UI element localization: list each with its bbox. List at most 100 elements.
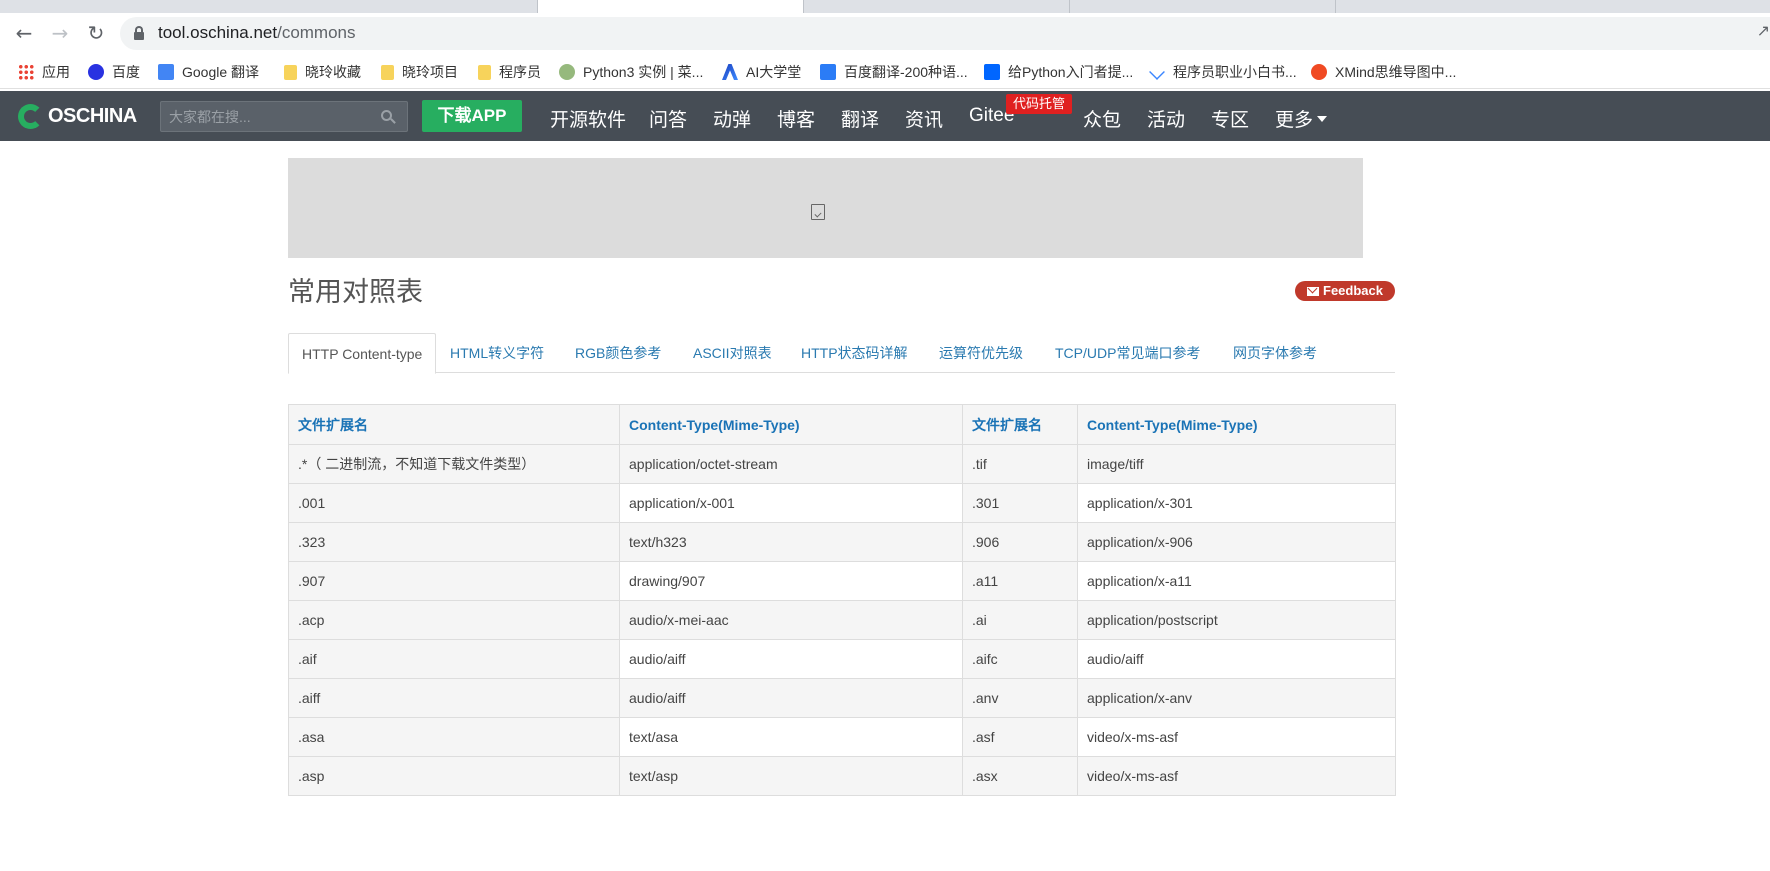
xmind-icon [1311, 64, 1327, 80]
url-text[interactable]: tool.oschina.net/commons [158, 23, 356, 43]
file-extension-cell: .907 [288, 561, 620, 601]
layers-icon [1149, 64, 1165, 80]
mime-type-cell: text/asa [619, 717, 963, 757]
browser-tab-strip [0, 0, 1770, 13]
bookmark-xmind[interactable]: XMind思维导图中... [1311, 62, 1456, 80]
gitee-badge: 代码托管 [1006, 94, 1072, 114]
bookmarks-bar: 应用 百度 Google 翻译 晓玲收藏 晓玲项目 程序员 Python3 实例… [0, 54, 1770, 89]
lock-icon[interactable] [134, 26, 144, 40]
mime-type-cell: application/octet-stream [619, 444, 963, 484]
folder-icon [478, 65, 491, 80]
reload-icon[interactable]: ↻ [84, 21, 108, 45]
bookmark-zhihu[interactable]: 给Python入门者提... [984, 62, 1133, 80]
forward-arrow-icon[interactable]: → [48, 21, 72, 45]
search-input[interactable] [169, 107, 369, 127]
mime-type-cell: text/h323 [619, 522, 963, 562]
column-header: Content-Type(Mime-Type) [1077, 404, 1396, 445]
file-extension-cell: .001 [288, 483, 620, 523]
file-extension-cell: .301 [962, 483, 1078, 523]
file-extension-cell: .323 [288, 522, 620, 562]
bookmark-baidu-translate[interactable]: 百度翻译-200种语... [820, 62, 968, 80]
folder-icon [284, 65, 297, 80]
file-extension-cell: .asp [288, 756, 620, 796]
tab-web-fonts[interactable]: 网页字体参考 [1233, 333, 1317, 373]
nav-open-source[interactable]: 开源软件 [550, 105, 626, 132]
file-extension-cell: .aiff [288, 678, 620, 718]
bookmark-baidu[interactable]: 百度 [88, 62, 140, 80]
mime-type-cell: application/x-301 [1077, 483, 1396, 523]
file-extension-cell: .aifc [962, 639, 1078, 679]
tab-rgb-colors[interactable]: RGB颜色参考 [575, 333, 661, 373]
column-header: 文件扩展名 [288, 404, 620, 445]
nav-blog[interactable]: 博客 [777, 105, 815, 132]
mime-type-cell: text/asp [619, 756, 963, 796]
bookmark-folder[interactable]: 程序员 [478, 62, 541, 80]
file-extension-cell: .anv [962, 678, 1078, 718]
nav-translate[interactable]: 翻译 [841, 105, 879, 132]
file-extension-cell: .aif [288, 639, 620, 679]
bookmark-ai[interactable]: AI大学堂 [722, 62, 801, 80]
table-row: .aif audio/aiff .aifc audio/aiff [288, 639, 1396, 679]
nav-more[interactable]: 更多 [1275, 105, 1328, 132]
tab-ascii[interactable]: ASCII对照表 [693, 333, 772, 373]
folder-icon [381, 65, 394, 80]
ad-placeholder [288, 158, 1363, 258]
bookmark-layers[interactable]: 程序员职业小白书... [1149, 62, 1297, 80]
mime-type-cell: drawing/907 [619, 561, 963, 601]
mime-type-cell: video/x-ms-asf [1077, 717, 1396, 757]
tab-tcp-udp-ports[interactable]: TCP/UDP常见端口参考 [1055, 333, 1200, 373]
browser-tab[interactable] [804, 0, 1070, 13]
bookmark-apps[interactable]: 应用 [18, 62, 70, 80]
apps-grid-icon [18, 64, 34, 80]
table-row: .907 drawing/907 .a11 application/x-a11 [288, 561, 1396, 601]
zhihu-icon [984, 64, 1000, 80]
ai-icon [722, 64, 738, 80]
share-icon[interactable]: ↗ [1757, 21, 1770, 41]
oschina-logo-icon[interactable] [18, 104, 43, 129]
site-logo-text[interactable]: OSCHINA [48, 105, 137, 128]
mime-type-cell: application/x-a11 [1077, 561, 1396, 601]
bookmark-folder[interactable]: 晓玲项目 [381, 62, 458, 80]
nav-tweets[interactable]: 动弹 [713, 105, 751, 132]
site-header: OSCHINA 下载APP 开源软件 问答 动弹 博客 翻译 资讯 Gitee … [0, 91, 1770, 141]
file-extension-cell: .asx [962, 756, 1078, 796]
bookmark-folder[interactable]: 晓玲收藏 [284, 62, 361, 80]
mail-icon [1307, 287, 1319, 296]
mime-type-table: 文件扩展名 Content-Type(Mime-Type) 文件扩展名 Cont… [288, 404, 1396, 796]
tab-operator-precedence[interactable]: 运算符优先级 [939, 333, 1023, 373]
nav-zones[interactable]: 专区 [1211, 105, 1249, 132]
nav-news[interactable]: 资讯 [905, 105, 943, 132]
bookmark-google-translate[interactable]: Google 翻译 [158, 62, 259, 80]
reference-tabs: HTTP Content-type HTML转义字符 RGB颜色参考 ASCII… [288, 333, 1395, 374]
column-header: 文件扩展名 [962, 404, 1078, 445]
bookmark-runoob[interactable]: Python3 实例 | 菜... [559, 62, 703, 80]
site-search [160, 101, 408, 132]
omnibox[interactable]: tool.oschina.net/commons [120, 17, 1770, 50]
broken-image-icon [811, 204, 825, 220]
back-arrow-icon[interactable]: ← [12, 21, 36, 45]
nav-questions[interactable]: 问答 [649, 105, 687, 132]
tab-html-escape[interactable]: HTML转义字符 [450, 333, 544, 373]
column-header: Content-Type(Mime-Type) [619, 404, 963, 445]
file-extension-cell: .asa [288, 717, 620, 757]
mime-type-cell: video/x-ms-asf [1077, 756, 1396, 796]
google-translate-icon [158, 64, 174, 80]
feedback-button[interactable]: Feedback [1295, 281, 1395, 301]
table-row: .001 application/x-001.301 application/x-3… [288, 483, 1396, 523]
nav-crowdsource[interactable]: 众包 [1083, 105, 1121, 132]
table-row: .asa text/asa .asf video/x-ms-asf [288, 717, 1396, 757]
browser-tab[interactable] [1070, 0, 1336, 13]
file-extension-cell: .acp [288, 600, 620, 640]
mime-type-cell: audio/aiff [1077, 639, 1396, 679]
caret-down-icon [1317, 116, 1328, 122]
file-extension-cell: .asf [962, 717, 1078, 757]
tab-http-status[interactable]: HTTP状态码详解 [801, 333, 908, 373]
browser-tab[interactable] [0, 0, 538, 13]
tab-http-content-type[interactable]: HTTP Content-type [288, 333, 437, 374]
search-icon[interactable] [381, 110, 396, 124]
table-row: .asp text/asp .asx video/x-ms-asf [288, 756, 1396, 796]
download-app-button[interactable]: 下载APP [422, 100, 522, 132]
mime-type-cell: application/x-906 [1077, 522, 1396, 562]
browser-tab-active[interactable] [538, 0, 804, 13]
nav-events[interactable]: 活动 [1147, 105, 1185, 132]
